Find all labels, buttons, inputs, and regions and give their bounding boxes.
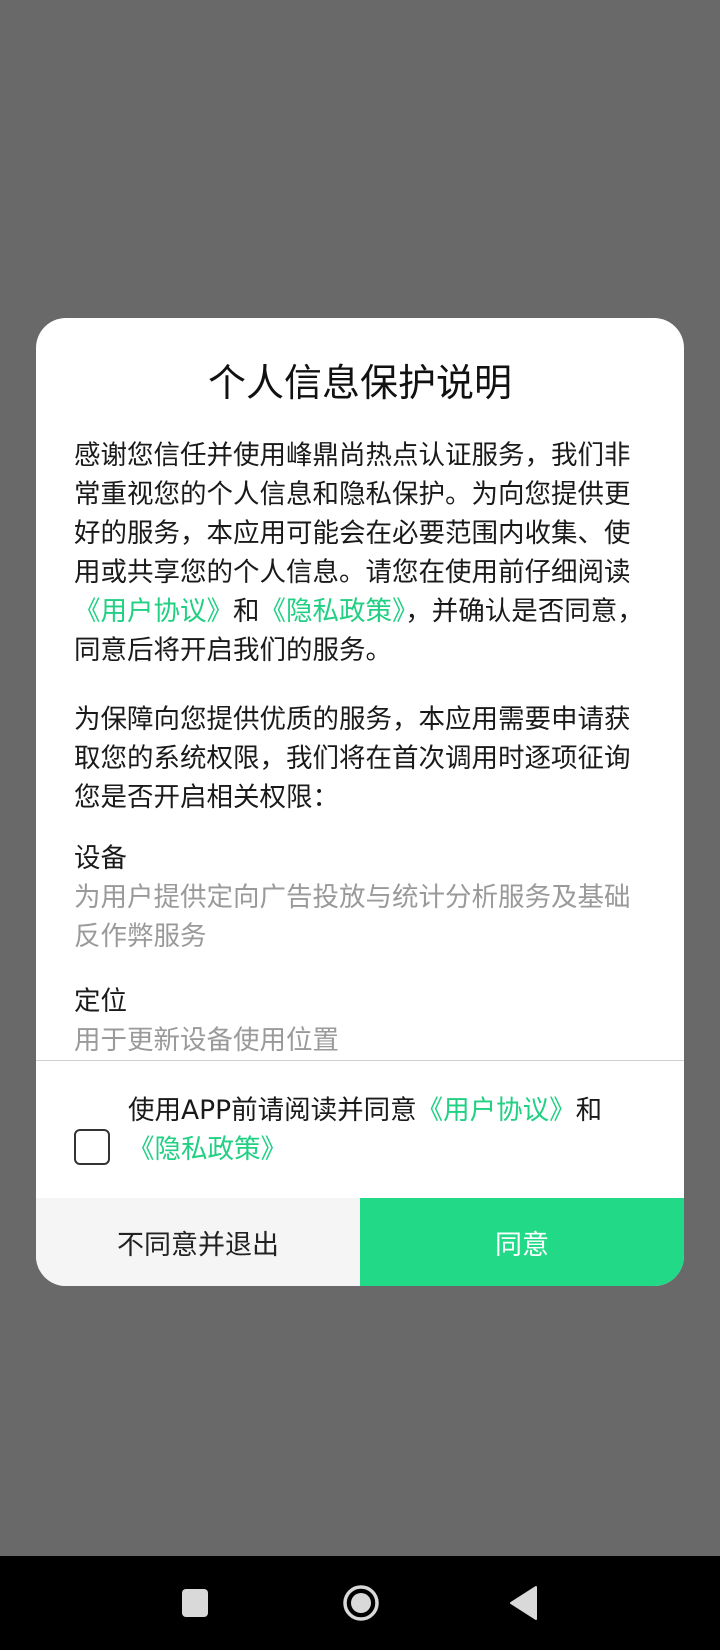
home-circle-icon[interactable] [342,1584,380,1622]
agree-button[interactable]: 同意 [360,1198,684,1286]
dialog-scroll-content[interactable]: 感谢您信任并使用峰鼎尚热点认证服务，我们非常重视您的个人信息和隐私保护。为向您提… [74,436,646,1060]
permission-device-title: 设备 [74,843,127,874]
consent-privacy-policy-link[interactable]: 《隐私政策》 [128,1134,287,1165]
system-nav-bar [0,1556,720,1650]
back-triangle-icon[interactable] [508,1584,538,1622]
intro-paragraph: 感谢您信任并使用峰鼎尚热点认证服务，我们非常重视您的个人信息和隐私保护。为向您提… [74,440,644,666]
dialog-title: 个人信息保护说明 [207,361,512,405]
user-agreement-link[interactable]: 《用户协议》 [74,596,233,627]
consent-user-agreement-link[interactable]: 《用户协议》 [417,1095,576,1126]
permissions-intro: 为保障向您提供优质的服务，本应用需要申请获取您的系统权限，我们将在首次调用时逐项… [74,704,631,813]
privacy-policy-link[interactable]: 《隐私政策》 [260,596,406,627]
decline-exit-button[interactable]: 不同意并退出 [36,1198,360,1286]
permission-location-title: 定位 [74,986,127,1017]
consent-row: 使用APP前请阅读并同意《用户协议》和《隐私政策》 [36,1061,684,1216]
consent-checkbox[interactable] [74,1129,110,1165]
permission-location-description: 用于更新设备使用位置 [74,1025,339,1056]
recents-square-icon[interactable] [182,1589,208,1617]
consent-text: 使用APP前请阅读并同意《用户协议》和《隐私政策》 [128,1095,603,1165]
permission-device-description: 为用户提供定向广告投放与统计分析服务及基础反作弊服务 [74,882,631,952]
dialog-buttons: 不同意并退出 同意 [36,1198,684,1286]
privacy-dialog: 个人信息保护说明 感谢您信任并使用峰鼎尚热点认证服务，我们非常重视您的个人信息和… [36,318,684,1286]
